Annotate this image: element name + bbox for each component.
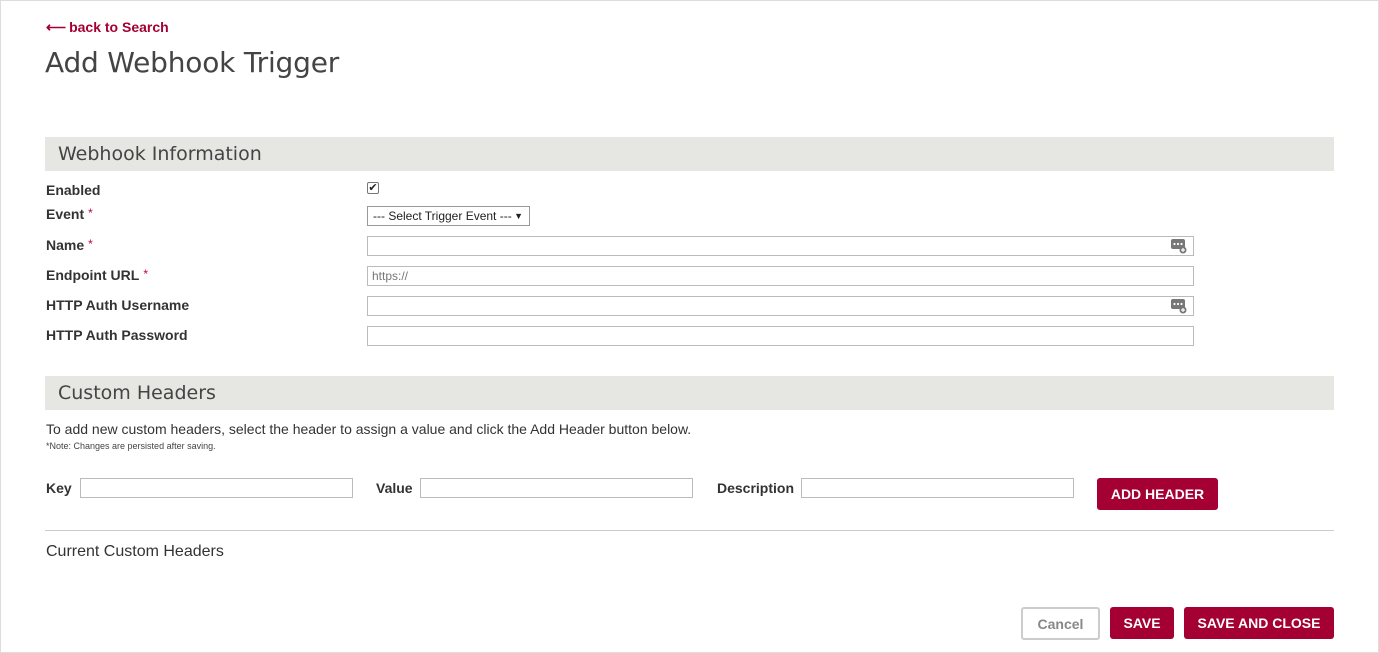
password-manager-icon[interactable] xyxy=(1170,238,1188,254)
current-custom-headers-heading: Current Custom Headers xyxy=(46,543,224,560)
password-manager-icon[interactable] xyxy=(1170,298,1188,314)
save-and-close-button[interactable]: SAVE AND CLOSE xyxy=(1184,607,1334,639)
name-field[interactable] xyxy=(367,236,1194,256)
trigger-event-selected-value: --- Select Trigger Event --- xyxy=(373,209,512,223)
event-label-text: Event xyxy=(46,206,85,222)
header-description-input[interactable] xyxy=(801,478,1074,498)
name-label: Name * xyxy=(46,237,93,253)
key-label: Key xyxy=(46,480,72,496)
back-to-search-link[interactable]: ⟵ back to Search xyxy=(46,19,169,36)
checkmark-icon: ✔ xyxy=(368,182,378,194)
name-label-text: Name xyxy=(46,237,85,253)
dropdown-caret-icon: ▼ xyxy=(514,211,523,221)
add-header-button[interactable]: ADD HEADER xyxy=(1097,478,1218,510)
custom-headers-description: To add new custom headers, select the he… xyxy=(46,421,692,437)
http-auth-password-label: HTTP Auth Password xyxy=(46,327,188,343)
event-label: Event * xyxy=(46,206,93,222)
http-auth-username-field[interactable] xyxy=(367,296,1194,316)
save-button[interactable]: SAVE xyxy=(1110,607,1174,639)
enabled-checkbox[interactable]: ✔ xyxy=(367,182,379,194)
page-title: Add Webhook Trigger xyxy=(45,46,340,79)
divider xyxy=(45,530,1334,531)
required-marker: * xyxy=(88,206,93,220)
required-marker: * xyxy=(88,237,93,251)
back-arrow-icon: ⟵ xyxy=(46,19,67,35)
cancel-button[interactable]: Cancel xyxy=(1021,607,1100,640)
required-marker: * xyxy=(143,267,148,281)
endpoint-url-placeholder: https:// xyxy=(372,269,409,283)
http-auth-username-label: HTTP Auth Username xyxy=(46,297,190,313)
header-key-input[interactable] xyxy=(80,478,353,498)
trigger-event-select[interactable]: --- Select Trigger Event --- ▼ xyxy=(367,206,530,226)
enabled-label: Enabled xyxy=(46,182,101,198)
header-value-input[interactable] xyxy=(420,478,693,498)
description-label: Description xyxy=(717,480,795,496)
back-link-label: back to Search xyxy=(69,19,169,35)
custom-headers-note: *Note: Changes are persisted after savin… xyxy=(46,441,216,451)
section-header-custom-headers: Custom Headers xyxy=(45,376,1334,410)
http-auth-password-field[interactable] xyxy=(367,326,1194,346)
value-label: Value xyxy=(376,480,413,496)
endpoint-url-label: Endpoint URL * xyxy=(46,267,148,283)
section-header-webhook-information: Webhook Information xyxy=(45,137,1334,171)
endpoint-url-label-text: Endpoint URL xyxy=(46,267,140,283)
endpoint-url-field[interactable]: https:// xyxy=(367,266,1194,286)
